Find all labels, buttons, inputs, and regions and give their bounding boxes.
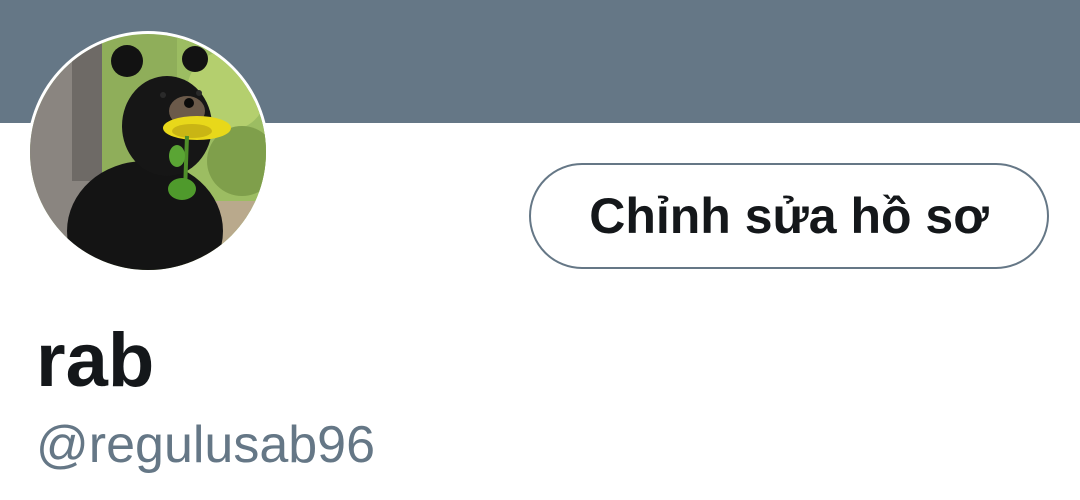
profile-avatar[interactable]: [27, 31, 269, 273]
edit-profile-button[interactable]: Chỉnh sửa hồ sơ: [529, 163, 1049, 269]
avatar-photo: [30, 34, 266, 270]
display-name: rab: [36, 318, 155, 403]
user-handle: @regulusab96: [36, 416, 376, 474]
